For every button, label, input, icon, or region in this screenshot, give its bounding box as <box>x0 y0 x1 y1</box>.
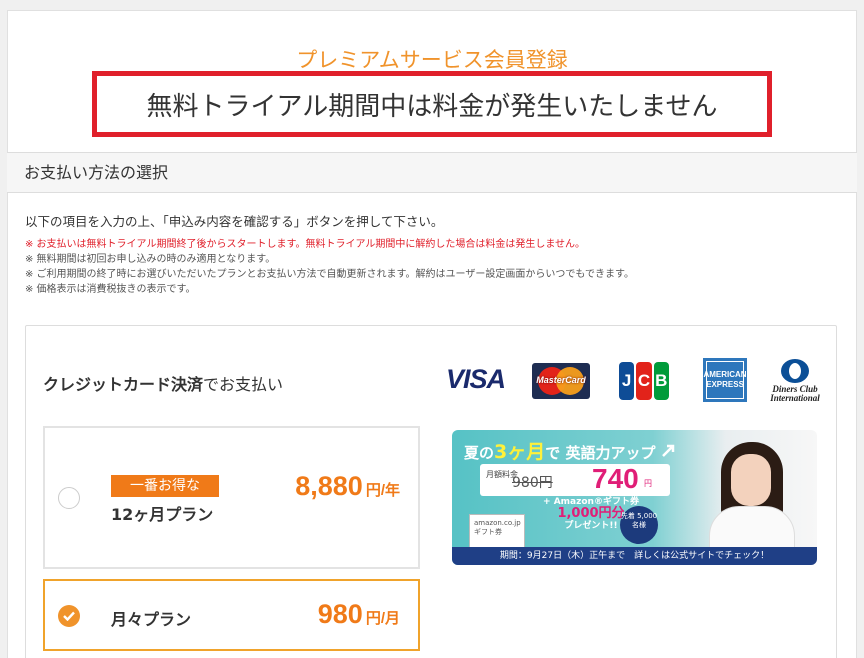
promo-price-box: 月額料金 980円 740 円 <box>480 463 670 496</box>
arrow-up-icon <box>661 444 674 457</box>
trial-notice-text: 無料トライアル期間中は料金が発生いたしません <box>146 91 718 122</box>
plan-price: 8,880 円/年 <box>295 471 400 502</box>
plan-price-unit: 円/月 <box>365 610 400 627</box>
promo-new-price-unit: 円 <box>644 479 652 488</box>
trial-notice: 無料トライアル期間中は料金が発生いたしません <box>92 71 772 137</box>
plan-name: 月々プラン <box>111 610 192 629</box>
promo-banner[interactable]: 夏の3ヶ月で 英語力アップ 月額料金 980円 740 円 + Amazon®ギ… <box>452 430 817 565</box>
plan-radio-unchecked[interactable] <box>58 487 80 509</box>
promo-headline-b: 3ヶ月 <box>494 441 546 463</box>
note-item: ※ 価格表示は消費税抜きの表示です。 <box>25 284 196 295</box>
diners-club-logo: Diners Club International <box>766 359 824 403</box>
best-value-badge: 一番お得な <box>111 475 219 497</box>
page-subtitle: プレミアムサービス会員登録 <box>296 48 568 72</box>
promo-footer: 期間：9月27日（木）正午まで 詳しくは公式サイトでチェック！ <box>452 547 817 565</box>
promo-headline: 夏の3ヶ月で 英語力アップ <box>464 437 677 464</box>
diners-club-logo-text: Diners Club International <box>770 384 820 403</box>
intro-text: 以下の項目を入力の上、「申込み内容を確認する」ボタンを押して下さい。 <box>25 214 444 229</box>
gift-card-image: amazon.co.jp ギフト券 <box>469 514 525 549</box>
promo-model-image <box>701 436 797 556</box>
note-item: ※ ご利用期間の終了時にお選びいただいたプランとお支払い方法で自動更新されます。… <box>25 269 634 280</box>
mastercard-logo: MasterCard <box>532 363 590 399</box>
promo-new-price: 740 <box>592 463 639 494</box>
plan-price-unit: 円/年 <box>365 482 400 499</box>
payment-method-title-rest: でお支払い <box>203 375 284 394</box>
note-item: ※ 無料期間は初回お申し込みの時のみ適用となります。 <box>25 254 276 265</box>
promo-seal: 先着 5,000 名様 <box>620 506 658 544</box>
plan-price-value: 980 <box>317 599 363 629</box>
payment-method-title-bold: クレジットカード決済 <box>43 375 204 394</box>
note-item: ※ お支払いは無料トライアル期間終了後からスタートします。無料トライアル期間中に… <box>25 239 586 250</box>
section-header: お支払い方法の選択 <box>7 152 857 193</box>
promo-headline-a: 夏の <box>464 444 495 462</box>
plan-option-monthly[interactable]: 月々プラン 980 円/月 <box>43 579 420 651</box>
mastercard-logo-text: MasterCard <box>536 375 586 385</box>
plan-option-12-months[interactable]: 一番お得な 12ヶ月プラン 8,880 円/年 <box>43 426 420 569</box>
plan-price: 980 円/月 <box>318 599 400 630</box>
jcb-logo-b: B <box>653 362 669 400</box>
notes-list: ※ お支払いは無料トライアル期間終了後からスタートします。無料トライアル期間中に… <box>25 237 634 297</box>
jcb-logo-c: C <box>636 362 652 400</box>
visa-logo: VISA <box>446 364 506 394</box>
checkmark-icon <box>63 611 75 621</box>
jcb-logo: J C B <box>618 362 670 400</box>
plan-name: 12ヶ月プラン <box>111 505 214 524</box>
payment-method-title: クレジットカード決済でお支払い <box>43 371 283 395</box>
diners-club-icon <box>781 359 809 383</box>
promo-old-price: 980円 <box>512 475 553 491</box>
plan-radio-checked[interactable] <box>58 605 80 627</box>
amex-logo: AMERICAN EXPRESS <box>703 358 747 402</box>
promo-headline-c: で 英語力アップ <box>545 444 656 462</box>
jcb-logo-j: J <box>619 362 635 400</box>
plan-price-value: 8,880 <box>295 471 363 501</box>
